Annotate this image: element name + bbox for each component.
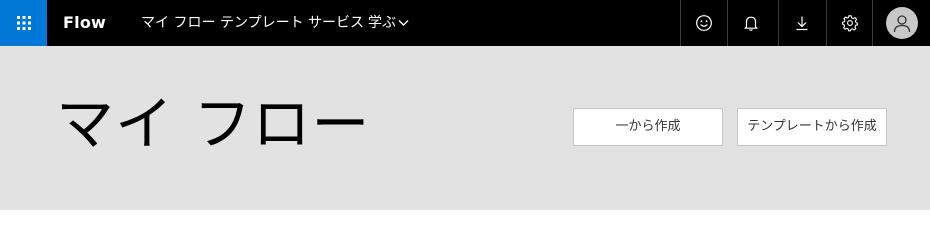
feedback-button[interactable] bbox=[680, 0, 727, 46]
smiley-icon bbox=[695, 14, 713, 32]
nav-templates[interactable]: テンプレート bbox=[220, 0, 304, 46]
app-launcher-icon bbox=[16, 15, 32, 31]
chevron-down-icon bbox=[398, 0, 409, 46]
notifications-button[interactable] bbox=[727, 0, 774, 46]
page-title: マイ フロー bbox=[56, 90, 371, 158]
settings-button[interactable] bbox=[826, 0, 873, 46]
bell-icon bbox=[742, 14, 760, 32]
download-icon bbox=[793, 14, 811, 32]
account-button[interactable] bbox=[872, 0, 930, 46]
nav-services[interactable]: サービス bbox=[308, 0, 364, 46]
gear-icon bbox=[841, 14, 859, 32]
app-brand-link[interactable]: Flow bbox=[63, 0, 106, 46]
create-from-template-button[interactable]: テンプレートから作成 bbox=[737, 108, 887, 146]
nav-learn-dropdown[interactable]: 学ぶ bbox=[368, 0, 409, 46]
download-button[interactable] bbox=[778, 0, 825, 46]
top-navigation-bar: Flow マイ フロー テンプレート サービス 学ぶ bbox=[0, 0, 930, 46]
avatar-icon bbox=[892, 13, 912, 33]
create-from-blank-button[interactable]: 一から作成 bbox=[573, 108, 723, 146]
nav-my-flows[interactable]: マイ フロー bbox=[141, 0, 215, 46]
page-header-section: マイ フロー 一から作成 テンプレートから作成 bbox=[0, 46, 930, 210]
nav-learn-label: 学ぶ bbox=[368, 15, 396, 31]
avatar bbox=[886, 7, 918, 39]
app-launcher-button[interactable] bbox=[0, 0, 47, 46]
